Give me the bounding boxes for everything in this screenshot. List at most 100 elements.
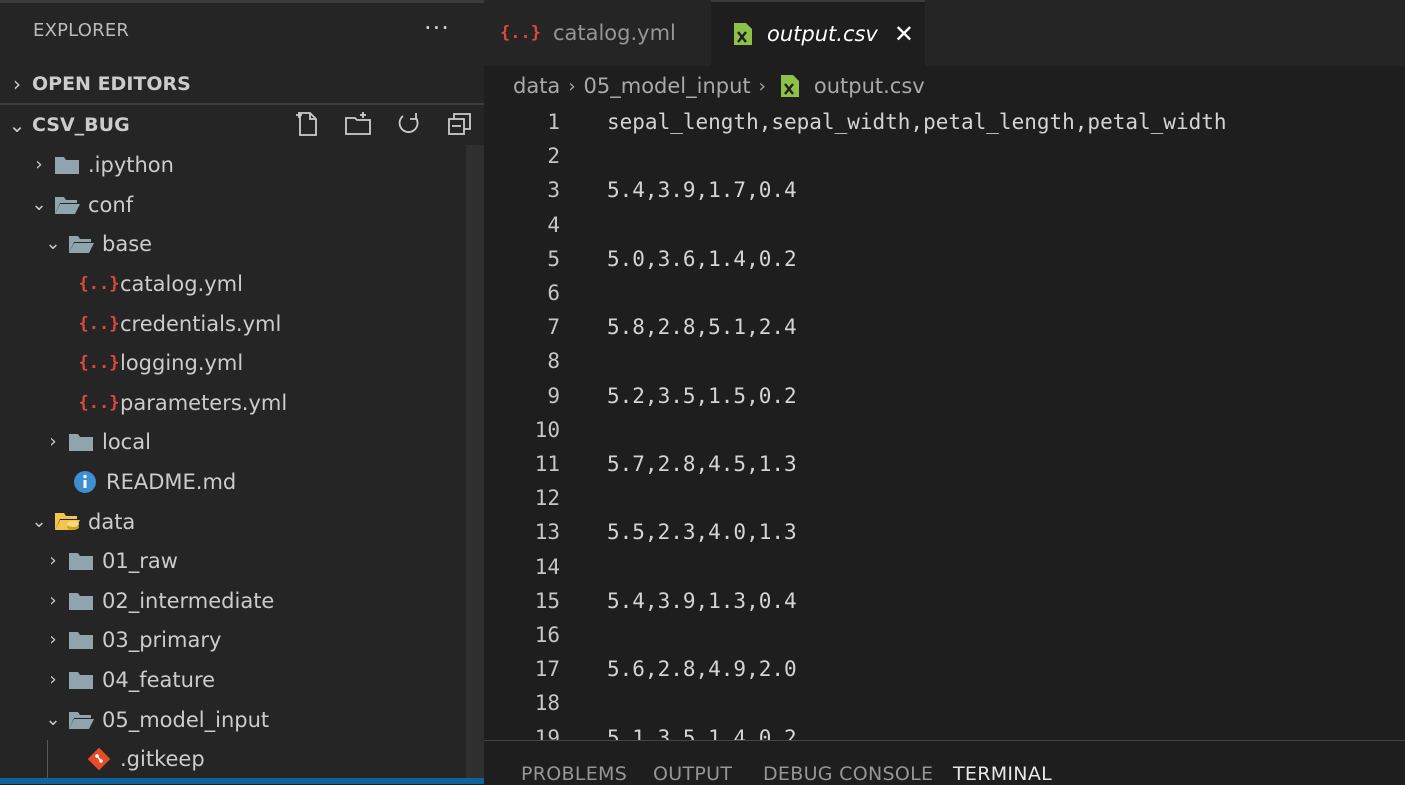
info-icon xyxy=(70,470,100,494)
code-editor[interactable]: 1 sepal_length,sepal_width,petal_length,p… xyxy=(484,105,1405,740)
breadcrumb-item[interactable]: data xyxy=(513,74,560,98)
tree-item-label: 03_primary xyxy=(102,627,222,652)
tree-item-ipython[interactable]: › .ipython xyxy=(26,145,174,184)
explorer-title: EXPLORER xyxy=(33,20,130,41)
tree-item-data[interactable]: ⌄ data xyxy=(26,502,135,541)
more-actions-icon[interactable]: ··· xyxy=(424,14,450,42)
bottom-panel: PROBLEMS OUTPUT DEBUG CONSOLE TERMINAL xyxy=(484,740,1405,785)
open-editors-section[interactable]: › OPEN EDITORS xyxy=(0,65,484,105)
line-number: 16 xyxy=(534,623,560,647)
code-line[interactable]: 8 xyxy=(484,344,1405,378)
open-editors-label: OPEN EDITORS xyxy=(32,73,191,95)
tree-item-catalog-yml[interactable]: {..} catalog.yml xyxy=(78,264,243,303)
code-line[interactable]: 10 xyxy=(484,413,1405,447)
code-line[interactable]: 2 xyxy=(484,139,1405,173)
chevron-down-icon: ⌄ xyxy=(45,709,61,730)
breadcrumb-item[interactable]: 05_model_input xyxy=(584,74,751,98)
tab-output[interactable]: OUTPUT xyxy=(653,763,732,785)
line-number: 3 xyxy=(547,178,560,203)
line-number: 19 xyxy=(534,725,560,740)
folder-open-icon xyxy=(52,195,82,215)
breadcrumb-item[interactable]: output.csv xyxy=(814,74,925,98)
line-number: 6 xyxy=(547,281,560,305)
selected-item-highlight xyxy=(0,778,484,784)
code-line[interactable]: 16 xyxy=(484,618,1405,652)
tab-problems[interactable]: PROBLEMS xyxy=(521,763,627,785)
tree-item-label: 02_intermediate xyxy=(102,588,275,613)
folder-icon xyxy=(66,630,96,650)
csv-file-icon xyxy=(780,75,799,97)
breadcrumb: data › 05_model_input › output.csv xyxy=(513,70,925,102)
tree-item-03-primary[interactable]: › 03_primary xyxy=(40,620,221,659)
code-line[interactable]: 14 xyxy=(484,550,1405,584)
code-line[interactable]: 19 5.1,3.5,1.4,0.2 xyxy=(484,721,1405,740)
new-file-icon[interactable] xyxy=(294,110,322,138)
folder-icon xyxy=(52,155,82,175)
tree-item-04-feature[interactable]: › 04_feature xyxy=(40,660,215,699)
chevron-right-icon: › xyxy=(49,550,57,571)
tab-catalog-yml[interactable]: {..} catalog.yml xyxy=(484,0,710,66)
tab-terminal[interactable]: TERMINAL xyxy=(953,763,1052,785)
code-line[interactable]: 3 5.4,3.9,1.7,0.4 xyxy=(484,173,1405,207)
tree-item-credentials-yml[interactable]: {..} credentials.yml xyxy=(78,304,282,343)
tree-item-gitkeep[interactable]: .gitkeep xyxy=(84,739,205,778)
code-line[interactable]: 12 xyxy=(484,481,1405,515)
tree-item-conf[interactable]: ⌄ conf xyxy=(26,185,133,224)
csv-file-icon xyxy=(734,23,752,45)
yml-file-icon: {..} xyxy=(500,23,541,43)
sidebar-scrollbar[interactable] xyxy=(466,145,484,784)
tree-item-05-model-input[interactable]: ⌄ 05_model_input xyxy=(40,700,269,739)
line-number: 2 xyxy=(547,144,560,169)
collapse-all-icon[interactable] xyxy=(446,110,474,138)
git-icon xyxy=(84,747,114,771)
folder-icon xyxy=(66,670,96,690)
code-line[interactable]: 5 5.0,3.6,1.4,0.2 xyxy=(484,242,1405,276)
code-line[interactable]: 1 sepal_length,sepal_width,petal_length,p… xyxy=(484,105,1405,139)
code-line[interactable]: 15 5.4,3.9,1.3,0.4 xyxy=(484,584,1405,618)
line-number: 13 xyxy=(534,520,560,545)
tree-item-readme[interactable]: README.md xyxy=(70,462,236,501)
code-line[interactable]: 7 5.8,2.8,5.1,2.4 xyxy=(484,310,1405,344)
tree-item-parameters-yml[interactable]: {..} parameters.yml xyxy=(79,383,288,422)
tree-item-base[interactable]: ⌄ base xyxy=(40,224,152,263)
new-folder-icon[interactable] xyxy=(344,110,372,138)
code-line[interactable]: 17 5.6,2.8,4.9,2.0 xyxy=(484,652,1405,686)
yml-file-icon: {..} xyxy=(78,273,120,294)
close-icon[interactable]: ✕ xyxy=(894,20,914,48)
tree-item-02-intermediate[interactable]: › 02_intermediate xyxy=(40,581,274,620)
tab-debug-console[interactable]: DEBUG CONSOLE xyxy=(763,763,933,785)
code-line[interactable]: 13 5.5,2.3,4.0,1.3 xyxy=(484,515,1405,549)
tree-item-label: credentials.yml xyxy=(120,311,282,336)
chevron-right-icon: › xyxy=(35,154,43,175)
line-number: 12 xyxy=(534,486,560,511)
chevron-right-icon: › xyxy=(758,75,766,97)
line-number: 4 xyxy=(547,212,560,237)
code-line[interactable]: 4 xyxy=(484,208,1405,242)
code-line[interactable]: 11 5.7,2.8,4.5,1.3 xyxy=(484,447,1405,481)
tab-label: output.csv xyxy=(767,22,878,46)
folder-open-icon xyxy=(66,710,96,730)
line-number: 1 xyxy=(547,110,560,134)
folder-open-icon xyxy=(66,234,96,254)
yml-file-icon: {..} xyxy=(78,313,120,334)
line-number: 15 xyxy=(534,588,560,613)
project-label: CSV_BUG xyxy=(32,114,130,136)
yml-file-icon: {..} xyxy=(78,352,120,373)
line-text: 5.6,2.8,4.9,2.0 xyxy=(607,657,797,682)
line-text: sepal_length,sepal_width,petal_length,pe… xyxy=(607,110,1227,134)
tree-item-local[interactable]: › local xyxy=(40,422,151,461)
code-line[interactable]: 18 xyxy=(484,686,1405,720)
line-number: 8 xyxy=(547,349,560,374)
code-line[interactable]: 6 xyxy=(484,276,1405,310)
tree-item-01-raw[interactable]: › 01_raw xyxy=(40,541,178,580)
tab-output-csv[interactable]: output.csv ✕ xyxy=(711,0,925,66)
tree-item-logging-yml[interactable]: {..} logging.yml xyxy=(78,343,244,382)
refresh-icon[interactable] xyxy=(395,110,423,138)
tree-item-label: 05_model_input xyxy=(102,707,270,732)
line-number: 10 xyxy=(534,417,560,442)
tree-item-label: conf xyxy=(88,192,134,217)
data-folder-open-icon xyxy=(52,511,82,533)
line-number: 11 xyxy=(534,452,560,476)
code-line[interactable]: 9 5.2,3.5,1.5,0.2 xyxy=(484,379,1405,413)
tree-item-label: data xyxy=(88,509,136,534)
